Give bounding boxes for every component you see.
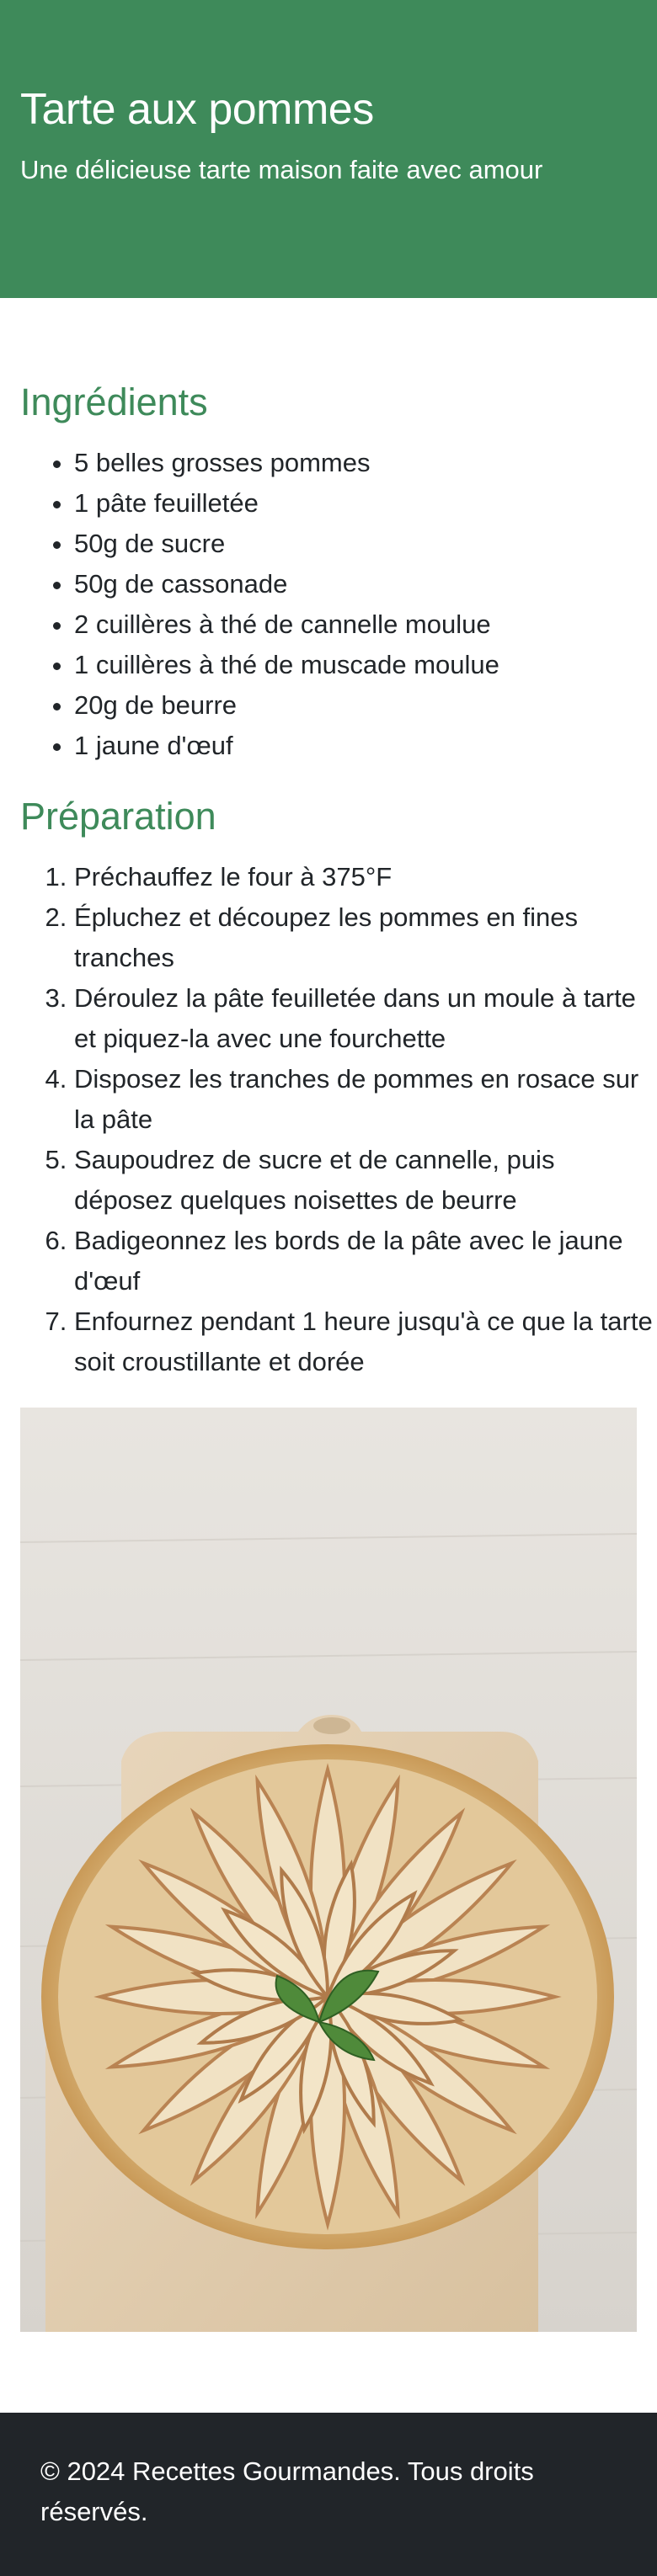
page-footer: © 2024 Recettes Gourmandes. Tous droits … [0, 2413, 657, 2576]
apple-tart-photo [20, 1408, 637, 2332]
page-title: Tarte aux pommes [20, 85, 374, 134]
ingredient-item: 50g de sucre [74, 524, 657, 564]
ingredients-list: 5 belles grosses pommes 1 pâte feuilleté… [20, 443, 657, 766]
preparation-step: Déroulez la pâte feuilletée dans un moul… [74, 978, 655, 1059]
ingredient-item: 2 cuillères à thé de cannelle moulue [74, 604, 657, 645]
apple-tart-illustration [20, 1408, 637, 2332]
ingredient-item: 1 cuillères à thé de muscade moulue [74, 645, 657, 685]
preparation-step: Préchauffez le four à 375°F [74, 857, 655, 897]
ingredient-item: 5 belles grosses pommes [74, 443, 657, 483]
ingredient-item: 50g de cassonade [74, 564, 657, 604]
preparation-heading: Préparation [20, 795, 216, 838]
page-header: Tarte aux pommes Une délicieuse tarte ma… [0, 0, 657, 298]
preparation-step: Badigeonnez les bords de la pâte avec le… [74, 1221, 655, 1301]
preparation-step: Épluchez et découpez les pommes en fines… [74, 897, 655, 978]
footer-copyright: © 2024 Recettes Gourmandes. Tous droits … [40, 2456, 534, 2526]
preparation-step: Saupoudrez de sucre et de cannelle, puis… [74, 1140, 655, 1221]
preparation-step: Enfournez pendant 1 heure jusqu'à ce que… [74, 1301, 655, 1382]
ingredients-heading: Ingrédients [20, 381, 208, 423]
ingredient-item: 1 jaune d'œuf [74, 726, 657, 766]
preparation-steps: Préchauffez le four à 375°F Épluchez et … [20, 857, 655, 1382]
ingredient-item: 20g de beurre [74, 685, 657, 726]
ingredient-item: 1 pâte feuilletée [74, 483, 657, 524]
page-subtitle: Une délicieuse tarte maison faite avec a… [20, 155, 543, 184]
preparation-step: Disposez les tranches de pommes en rosac… [74, 1059, 655, 1140]
